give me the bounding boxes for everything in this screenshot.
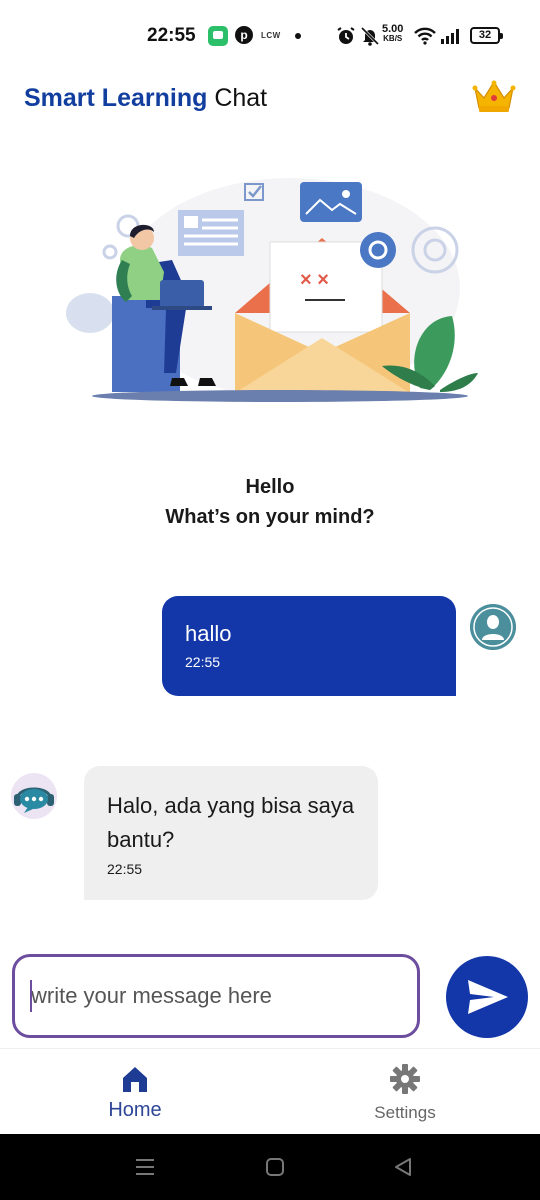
wifi-icon xyxy=(414,27,436,45)
home-square-icon[interactable] xyxy=(264,1156,286,1178)
bottom-navigation: Home Settings xyxy=(0,1048,540,1134)
send-icon xyxy=(468,980,508,1014)
network-speed: 5.00 KB/S xyxy=(382,23,404,44)
status-time: 22:55 xyxy=(147,25,196,46)
signal-icon xyxy=(441,29,459,44)
title-brand: Smart Learning xyxy=(24,84,208,112)
greeting-prompt: What’s on your mind? xyxy=(165,506,375,528)
nav-item-settings[interactable]: Settings xyxy=(345,1063,465,1123)
lcw-icon: LCW xyxy=(261,31,281,40)
nav-label: Home xyxy=(108,1099,162,1121)
message-input[interactable] xyxy=(12,954,420,1038)
message-time: 22:55 xyxy=(185,654,221,670)
mute-icon xyxy=(360,26,380,46)
greeting: Hello What’s on your mind? xyxy=(0,472,540,532)
text-caret xyxy=(30,980,32,1012)
bot-message-bubble: Halo, ada yang bisa saya bantu? 22:55 xyxy=(84,766,378,900)
notification-dot-icon xyxy=(295,33,301,39)
battery-icon: 32 xyxy=(470,27,503,44)
send-button[interactable] xyxy=(446,956,528,1038)
svg-text:× ×: × × xyxy=(300,269,329,291)
chat-notification-icon xyxy=(208,26,228,46)
nav-label: Settings xyxy=(374,1103,436,1122)
back-icon[interactable] xyxy=(392,1156,414,1178)
message-time: 22:55 xyxy=(107,861,143,877)
crown-icon[interactable] xyxy=(472,80,516,114)
app-header: Smart Learning Chat xyxy=(24,80,516,120)
bot-avatar-icon xyxy=(11,773,57,819)
user-message-bubble: hallo 22:55 xyxy=(162,596,456,696)
nav-item-home[interactable]: Home xyxy=(75,1063,195,1122)
message-text: Halo, ada yang bisa saya bantu? xyxy=(107,793,355,852)
greeting-hello: Hello xyxy=(245,476,295,498)
user-avatar-icon xyxy=(470,604,516,650)
message-text: hallo xyxy=(185,621,232,646)
status-bar: 22:55 p LCW 5.00 KB/S 32 xyxy=(0,0,540,72)
page-title: Smart Learning Chat xyxy=(24,80,516,116)
home-icon xyxy=(123,1067,147,1092)
alarm-icon xyxy=(337,27,355,44)
system-navigation-bar xyxy=(0,1134,540,1200)
title-rest: Chat xyxy=(207,84,268,112)
gear-icon xyxy=(390,1064,420,1094)
pinterest-icon: p xyxy=(235,26,253,44)
chat-illustration: × × xyxy=(66,178,478,402)
menu-icon[interactable] xyxy=(134,1156,156,1178)
